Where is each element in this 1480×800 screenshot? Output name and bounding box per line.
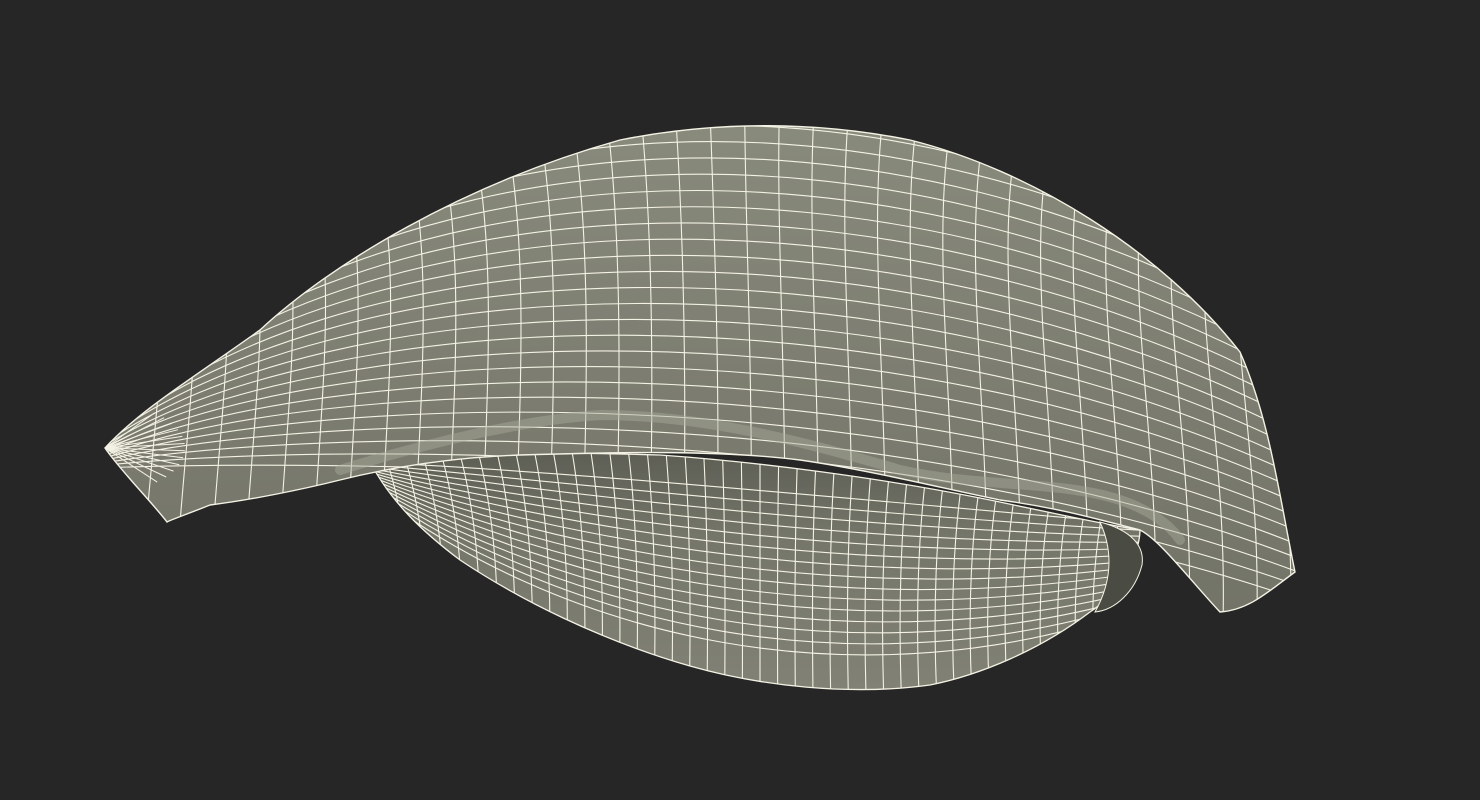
render-viewport — [0, 0, 1480, 800]
wire-line — [119, 125, 164, 612]
mesh-render — [104, 125, 1296, 691]
wire-line — [154, 125, 196, 612]
